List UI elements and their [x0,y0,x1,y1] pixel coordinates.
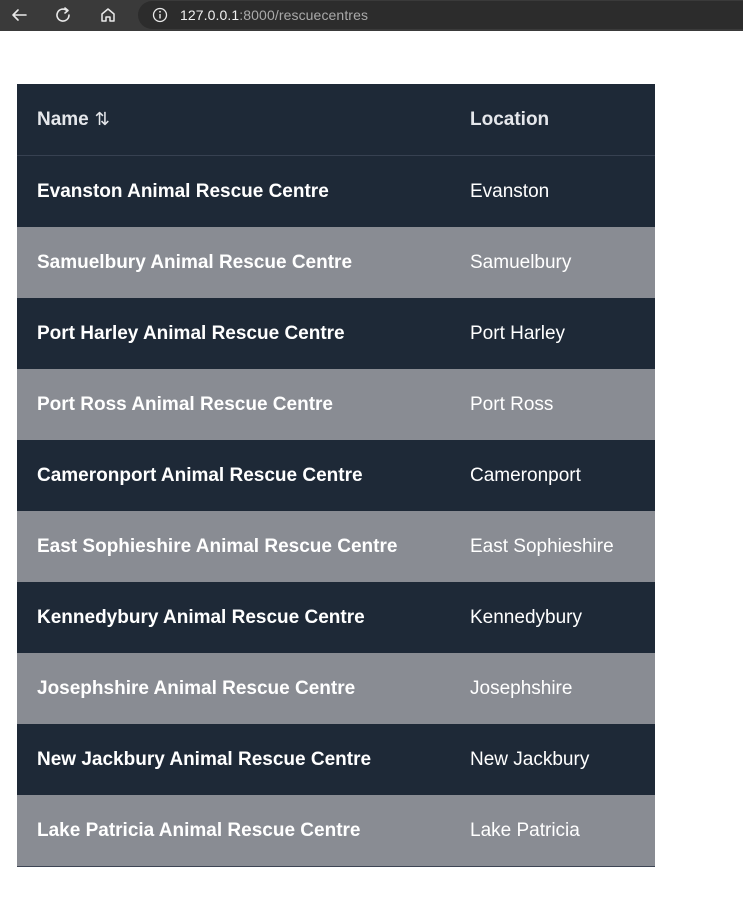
table-row[interactable]: Port Ross Animal Rescue Centre Port Ross [17,369,655,440]
reload-icon[interactable] [52,4,74,26]
centre-location-cell: New Jackbury [470,748,590,770]
centre-location-cell: East Sophieshire [470,535,614,557]
rescue-centres-table: Name ⇅ Location Evanston Animal Rescue Ce… [17,84,655,867]
centre-name-cell: New Jackbury Animal Rescue Centre [37,748,372,770]
name-column-header[interactable]: Name ⇅ [17,84,470,156]
browser-toolbar: 127.0.0.1:8000/rescuecentres [0,0,743,31]
table-row[interactable]: Port Harley Animal Rescue Centre Port Ha… [17,298,655,369]
table-row[interactable]: East Sophieshire Animal Rescue Centre Ea… [17,511,655,582]
table-row[interactable]: Cameronport Animal Rescue Centre Cameron… [17,440,655,511]
centre-name-cell: Cameronport Animal Rescue Centre [37,464,363,486]
page-top-spacing [0,31,743,83]
centre-location-cell: Port Harley [470,322,566,344]
centre-name-cell: Samuelbury Animal Rescue Centre [37,251,353,273]
table-row[interactable]: Lake Patricia Animal Rescue Centre Lake … [17,795,655,867]
table-row[interactable]: New Jackbury Animal Rescue Centre New Ja… [17,724,655,795]
centre-name-cell: East Sophieshire Animal Rescue Centre [37,535,398,557]
centre-location-cell: Kennedybury [470,606,582,628]
sort-icon[interactable]: ⇅ [95,109,110,130]
url-text: 127.0.0.1:8000/rescuecentres [180,7,368,23]
centre-name-cell: Kennedybury Animal Rescue Centre [37,606,365,628]
location-header-label: Location [470,108,550,130]
centre-location-cell: Samuelbury [470,251,572,273]
centre-location-cell: Josephshire [470,677,573,699]
centre-location-cell: Lake Patricia [470,819,580,841]
centre-name-cell: Port Harley Animal Rescue Centre [37,322,345,344]
table-row[interactable]: Josephshire Animal Rescue Centre Josephs… [17,653,655,724]
back-arrow-icon[interactable] [8,4,30,26]
address-bar[interactable]: 127.0.0.1:8000/rescuecentres [138,1,743,29]
centre-location-cell: Port Ross [470,393,554,415]
centre-name-cell: Lake Patricia Animal Rescue Centre [37,819,361,841]
home-icon[interactable] [97,4,119,26]
url-host: 127.0.0.1 [180,7,240,23]
table-row[interactable]: Kennedybury Animal Rescue Centre Kennedy… [17,582,655,653]
name-header-label: Name [37,108,89,130]
centre-location-cell: Evanston [470,180,550,202]
rescue-centres-table-container: Name ⇅ Location Evanston Animal Rescue Ce… [17,84,655,867]
info-icon[interactable] [152,7,168,23]
centre-name-cell: Port Ross Animal Rescue Centre [37,393,333,415]
centre-location-cell: Cameronport [470,464,581,486]
location-column-header: Location [470,84,655,156]
centre-name-cell: Evanston Animal Rescue Centre [37,180,329,202]
table-header-row: Name ⇅ Location [17,84,655,156]
centre-name-cell: Josephshire Animal Rescue Centre [37,677,356,699]
table-row[interactable]: Samuelbury Animal Rescue Centre Samuelbu… [17,227,655,298]
table-row[interactable]: Evanston Animal Rescue Centre Evanston [17,155,655,227]
url-path: :8000/rescuecentres [239,7,369,23]
